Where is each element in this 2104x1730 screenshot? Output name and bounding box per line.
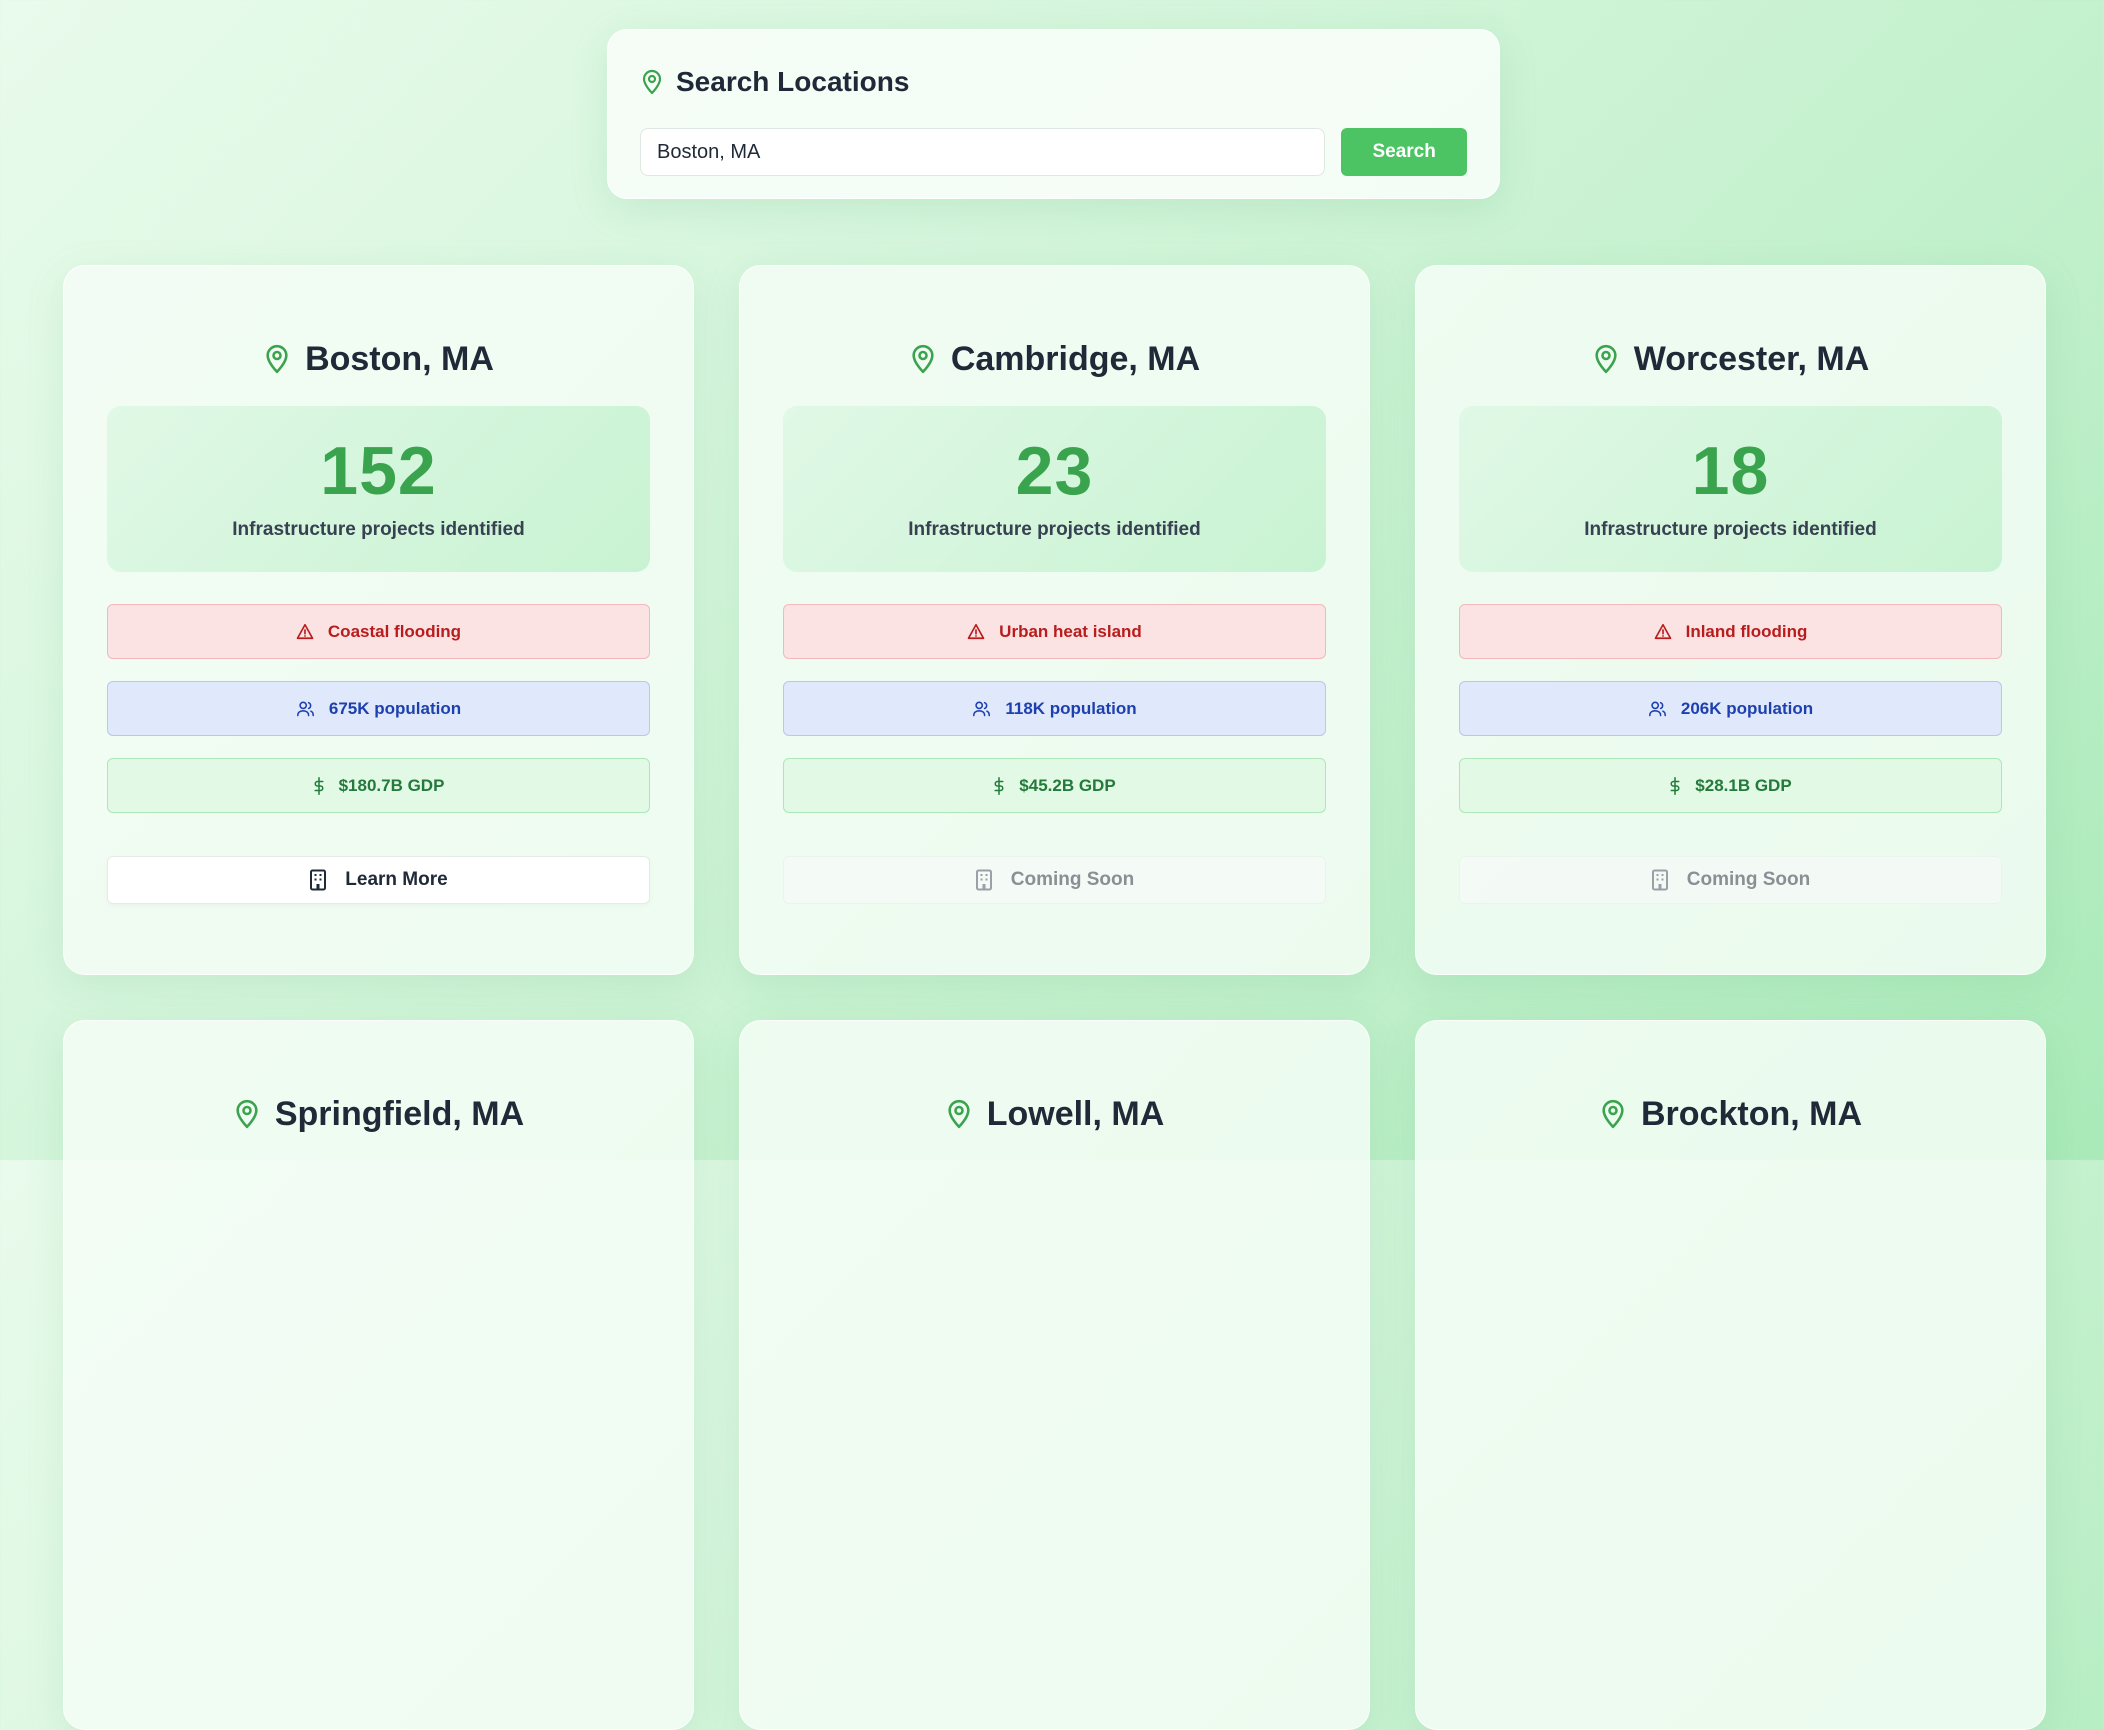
location-card: Worcester, MA 18 Infrastructure projects i… [1415,265,2046,975]
population-badge: 118K population [783,681,1326,736]
risk-badge: Inland flooding [1459,604,2002,659]
gdp-badge: $28.1B GDP [1459,758,2002,813]
card-title: Boston, MA [107,338,650,380]
action-label: Learn More [345,869,448,890]
gdp-label: $180.7B GDP [338,775,445,795]
project-count: 23 [1015,433,1094,509]
risk-badge: Coastal flooding [107,604,650,659]
search-title-text: Search Locations [676,66,910,97]
project-count-label: Infrastructure projects identified [1584,519,1877,540]
project-count-box: 23 Infrastructure projects identified [783,406,1326,572]
population-badge: 675K population [107,681,650,736]
alert-triangle-icon [967,623,985,640]
action-label: Coming Soon [1686,869,1811,890]
card-title: Cambridge, MA [783,338,1326,380]
card-title: Lowell, MA [783,1093,1326,1135]
action-label: Coming Soon [1010,869,1135,890]
map-pin-icon [1599,1098,1627,1130]
city-name: Worcester, MA [1633,339,1870,378]
search-button[interactable]: Search [1341,128,1467,176]
card-title: Brockton, MA [1459,1093,2002,1135]
building-icon [975,869,993,891]
gdp-badge: $180.7B GDP [107,758,650,813]
map-pin-icon [233,1098,261,1130]
project-count: 18 [1691,433,1770,509]
alert-triangle-icon [1654,623,1672,640]
gdp-label: $28.1B GDP [1695,775,1792,795]
alert-triangle-icon [296,623,314,640]
card-title: Springfield, MA [107,1093,650,1135]
project-count-label: Infrastructure projects identified [908,519,1201,540]
location-card: Boston, MA 152 Infrastructure projects ide… [63,265,694,975]
city-name: Boston, MA [305,339,494,378]
city-name: Brockton, MA [1641,1094,1862,1133]
map-pin-icon [909,343,937,375]
map-pin-icon [945,1098,973,1130]
dollar-icon [313,776,325,795]
city-name: Springfield, MA [274,1094,525,1133]
population-label: 206K population [1680,698,1814,718]
building-icon [1651,869,1669,891]
card-title: Worcester, MA [1459,338,2002,380]
risk-label: Urban heat island [999,621,1142,641]
population-label: 118K population [1005,698,1137,718]
dollar-icon [993,776,1005,795]
risk-label: Inland flooding [1685,621,1808,641]
users-icon [296,700,315,717]
risk-badge: Urban heat island [783,604,1326,659]
search-row: Search [640,128,1467,176]
project-count-label: Infrastructure projects identified [232,519,525,540]
map-pin-icon [1592,343,1620,375]
city-name: Lowell, MA [986,1094,1165,1133]
dollar-icon [1669,776,1681,795]
coming-soon-button: Coming Soon [1459,856,2002,904]
project-count-box: 18 Infrastructure projects identified [1459,406,2002,572]
city-name: Cambridge, MA [950,339,1201,378]
project-count-box: 152 Infrastructure projects identified [107,406,650,572]
users-icon [972,700,991,717]
location-card-grid: Boston, MA 152 Infrastructure projects ide… [63,265,2046,1730]
gdp-badge: $45.2B GDP [783,758,1326,813]
project-count: 152 [320,433,437,509]
gdp-label: $45.2B GDP [1019,775,1116,795]
search-input[interactable] [640,128,1326,176]
search-panel: Search Locations Search [607,29,1500,199]
location-card: Lowell, MA [739,1020,1370,1730]
location-card: Brockton, MA [1415,1020,2046,1730]
location-card: Cambridge, MA 23 Infrastructure projects i… [739,265,1370,975]
risk-label: Coastal flooding [327,621,462,641]
search-title: Search Locations [640,64,1467,100]
learn-more-button[interactable]: Learn More [107,856,650,904]
users-icon [1648,700,1667,717]
location-card: Springfield, MA [63,1020,694,1730]
map-pin-icon [640,69,664,95]
population-label: 675K population [328,698,462,718]
building-icon [309,869,327,891]
coming-soon-button: Coming Soon [783,856,1326,904]
map-pin-icon [263,343,291,375]
population-badge: 206K population [1459,681,2002,736]
